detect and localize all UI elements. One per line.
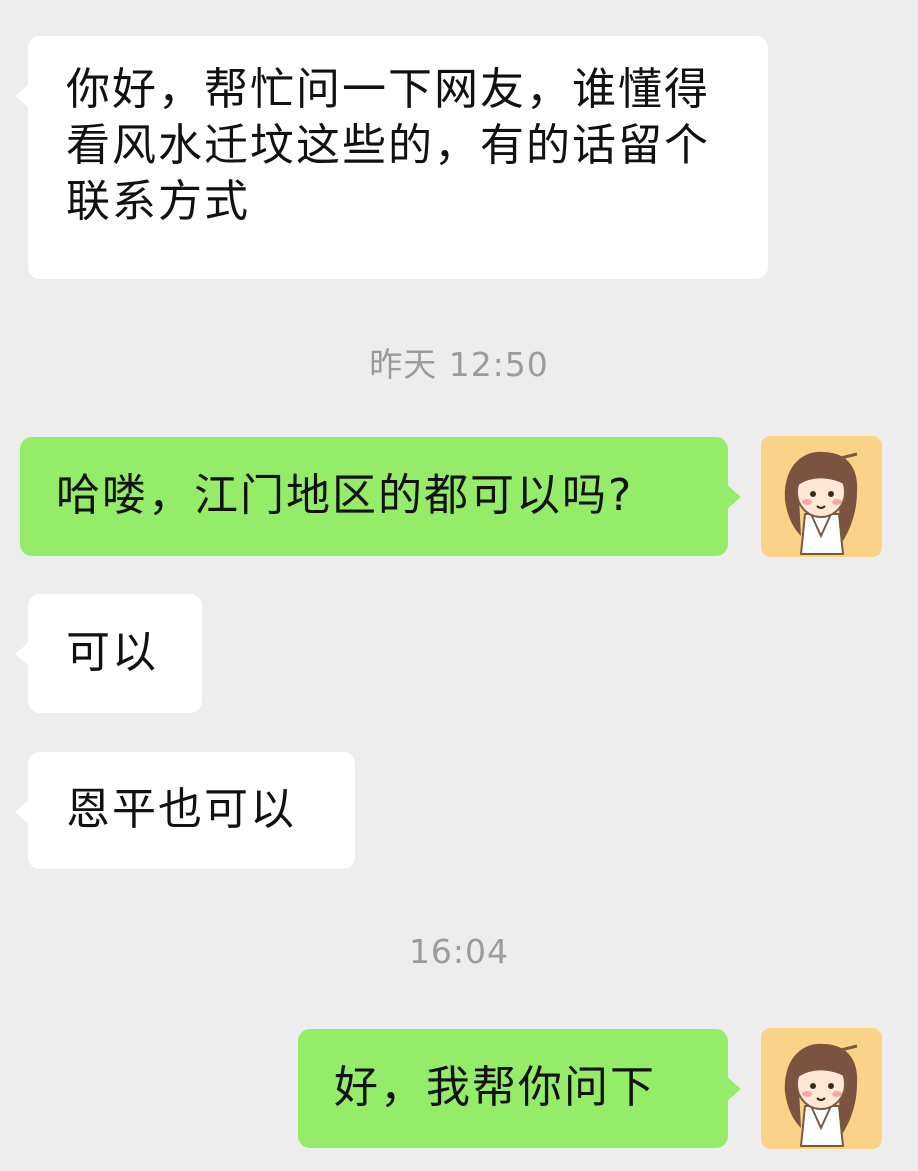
avatar[interactable] [761,1028,882,1149]
message-bubble-incoming[interactable]: 可以 [15,594,202,713]
message-bubble-incoming[interactable]: 你好，帮忙问一下网友，谁懂得看风水迁坟这些的，有的话留个联系方式 [15,36,768,279]
bubble-tail [727,485,741,509]
timestamp: 昨天 12:50 [369,345,549,384]
message-text: 好，我帮你问下 [334,1062,656,1113]
message-bubble-incoming[interactable]: 恩平也可以 [15,752,355,869]
bubble-tail [15,84,29,108]
avatar[interactable] [761,436,882,557]
bubble-tail [15,642,29,666]
message-text: 哈喽，江门地区的都可以吗? [56,470,634,521]
message-text: 可以 [66,627,158,678]
cartoon-character-avatar-icon [761,1028,882,1149]
cartoon-character-avatar-icon [761,436,882,557]
message-bubble-outgoing[interactable]: 哈喽，江门地区的都可以吗? [20,437,741,556]
bubble-tail [15,800,29,824]
timestamp: 16:04 [408,932,510,971]
bubble-tail [727,1077,741,1101]
message-text: 恩平也可以 [66,784,296,835]
message-bubble-outgoing[interactable]: 好，我帮你问下 [298,1029,741,1148]
message-text: 你好，帮忙问一下网友，谁懂得看风水迁坟这些的，有的话留个联系方式 [66,64,710,227]
